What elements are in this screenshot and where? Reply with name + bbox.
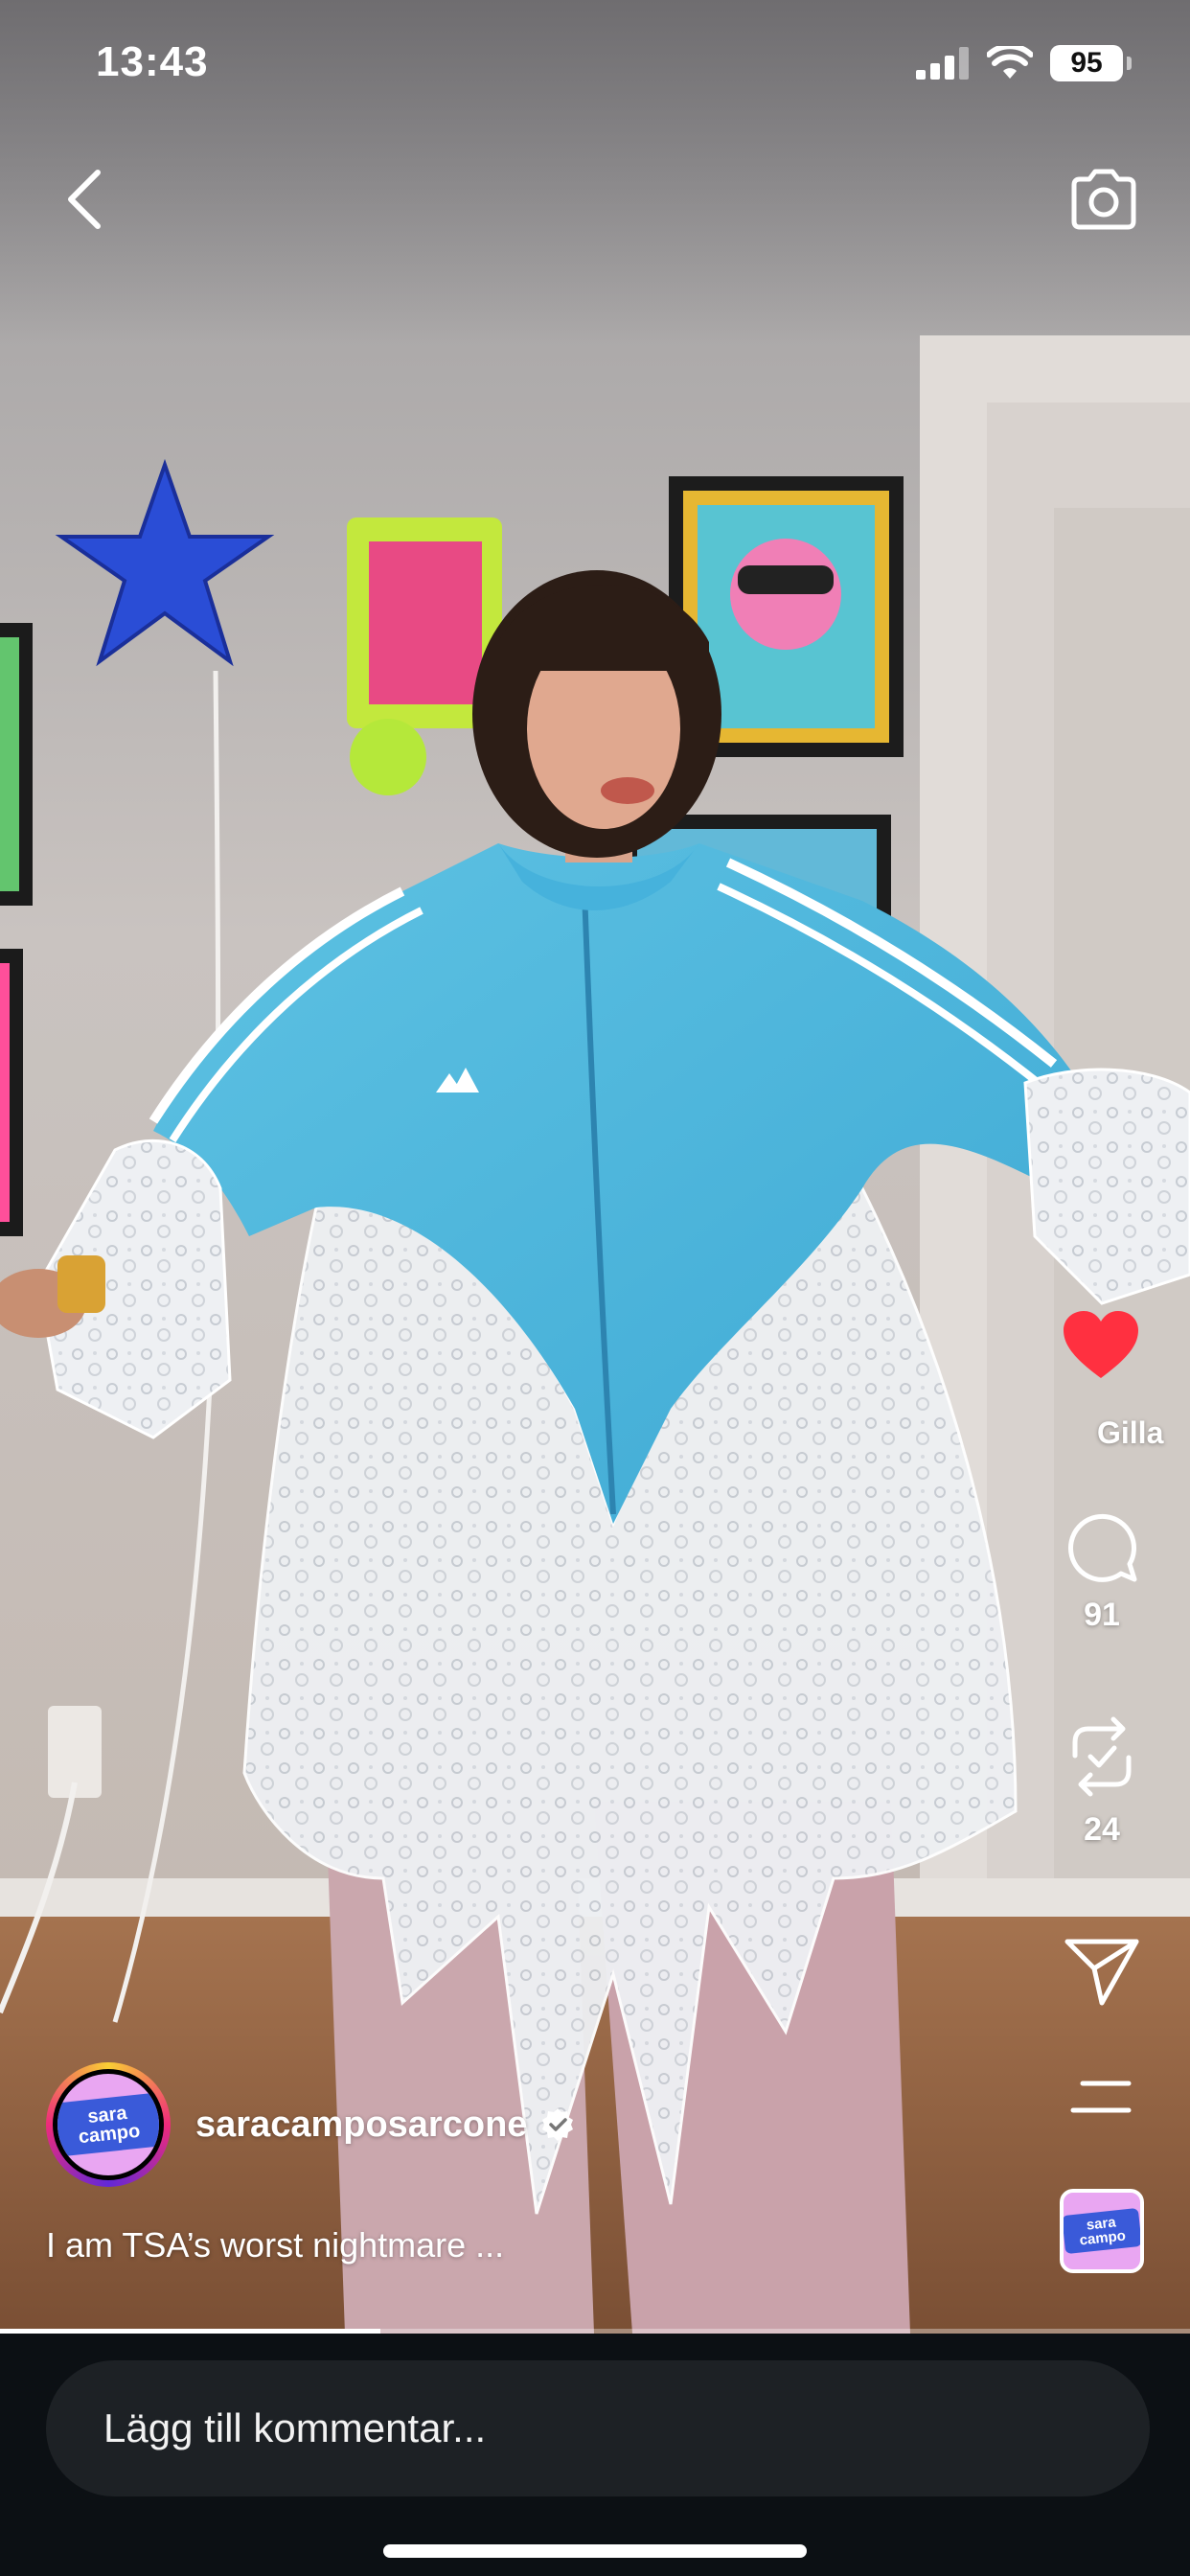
comment-input[interactable]: [46, 2360, 1150, 2496]
comment-bar: [0, 2334, 1190, 2576]
author-row: sara campo saracamposarcone: [46, 2062, 575, 2187]
cellular-signal-icon: [916, 47, 969, 80]
video-frame-illustration: [0, 0, 1190, 2334]
heart-filled-icon: [1064, 1311, 1138, 1378]
back-button[interactable]: [54, 163, 115, 236]
avatar: sara campo: [57, 2074, 159, 2175]
avatar-border: sara campo: [53, 2069, 164, 2180]
battery-indicator: 95: [1050, 45, 1132, 81]
repost-button[interactable]: 24: [1046, 1715, 1157, 1849]
comment-button[interactable]: 91: [1046, 1510, 1157, 1634]
comment-bubble-icon: [1068, 1513, 1137, 1582]
more-options-button[interactable]: [1067, 2076, 1136, 2118]
status-icons: 95: [916, 42, 1132, 84]
status-time: 13:43: [96, 38, 209, 85]
audio-thumbnail-logo: sara campo: [1064, 2207, 1140, 2255]
reel-video[interactable]: [0, 0, 1190, 2334]
like-label[interactable]: Gilla: [1097, 1415, 1163, 1451]
share-button[interactable]: [1064, 1936, 1140, 2007]
audio-thumbnail[interactable]: sara campo: [1060, 2189, 1144, 2273]
status-bar: 13:43 95: [0, 0, 1190, 125]
comment-count: 91: [1084, 1597, 1120, 1633]
battery-level: 95: [1070, 47, 1103, 79]
like-button[interactable]: [1062, 1309, 1140, 1384]
paper-plane-icon: [1064, 1939, 1139, 2006]
wifi-icon: [987, 46, 1033, 79]
camera-button[interactable]: [1065, 161, 1142, 238]
camera-icon: [1071, 169, 1136, 230]
repost-count: 24: [1084, 1811, 1120, 1848]
verified-badge-icon: [542, 2108, 574, 2141]
home-indicator: [383, 2544, 807, 2558]
repost-icon: [1072, 1716, 1132, 1797]
reel-caption[interactable]: I am TSA’s worst nightmare ...: [46, 2225, 504, 2266]
menu-lines-icon: [1070, 2081, 1132, 2113]
author-username[interactable]: saracamposarcone: [195, 2104, 527, 2146]
avatar-story-ring[interactable]: sara campo: [46, 2062, 171, 2187]
avatar-logo: sara campo: [57, 2092, 159, 2157]
chevron-left-icon: [68, 170, 101, 229]
